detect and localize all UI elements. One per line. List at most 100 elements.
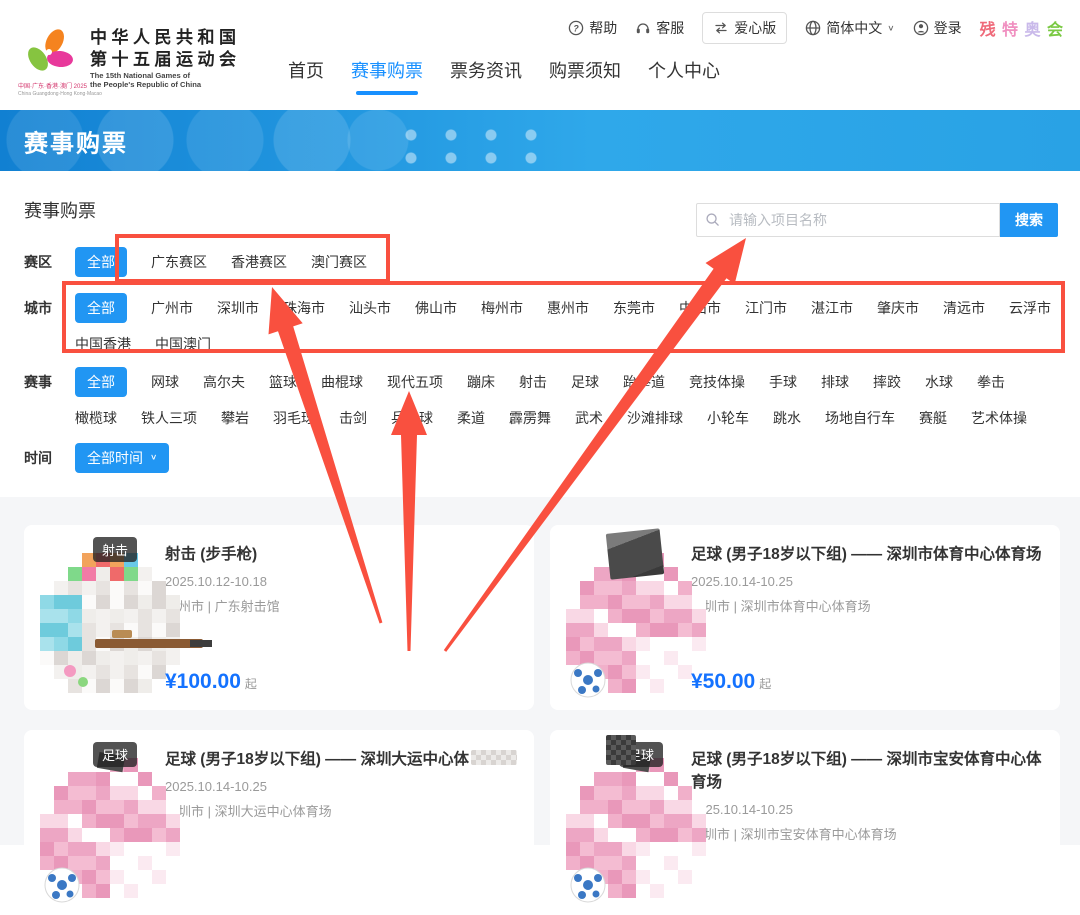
filter-option[interactable]: 中国澳门: [155, 329, 211, 359]
filter-option[interactable]: 场地自行车: [825, 403, 895, 433]
filter-option[interactable]: 香港赛区: [231, 247, 287, 277]
filter-option[interactable]: 清远市: [943, 293, 985, 323]
filter-option[interactable]: 澳门赛区: [311, 247, 367, 277]
filter-option[interactable]: 柔道: [457, 403, 485, 433]
filter-option[interactable]: 乒乓球: [391, 403, 433, 433]
filter-option[interactable]: 江门市: [745, 293, 787, 323]
nav-item[interactable]: 购票须知: [544, 57, 626, 95]
nav-item[interactable]: 个人中心: [643, 57, 725, 95]
filter-option[interactable]: 珠海市: [283, 293, 325, 323]
event-title: 足球 (男子18岁以下组) —— 深圳市体育中心体育场: [691, 543, 1046, 566]
filter-option[interactable]: 蹦床: [467, 367, 495, 397]
filter-option[interactable]: 沙滩排球: [627, 403, 683, 433]
filter-option[interactable]: 跆拳道: [623, 367, 665, 397]
nav-item[interactable]: 赛事购票: [346, 57, 428, 95]
utility-item[interactable]: 简体中文 ∨: [805, 18, 894, 38]
filter-option[interactable]: 篮球: [269, 367, 297, 397]
event-location: 深圳市 | 深圳市体育中心体育场: [691, 596, 1046, 615]
logo-title-en1: The 15th National Games of: [90, 71, 241, 80]
event-badge: 足球: [93, 742, 137, 767]
event-dates: 2025.10.14-10.25: [691, 574, 1046, 589]
chevron-down-icon: ∨: [150, 446, 157, 470]
utility-item-label: 简体中文: [826, 18, 882, 38]
nav-item[interactable]: 首页: [283, 57, 329, 95]
filter-option[interactable]: 拳击: [977, 367, 1005, 397]
filter-option[interactable]: 湛江市: [811, 293, 853, 323]
filter-row: 赛区 全部 广东赛区 香港赛区 澳门赛区: [24, 247, 1065, 277]
filter-option[interactable]: 惠州市: [547, 293, 589, 323]
filter-option[interactable]: 攀岩: [221, 403, 249, 433]
search-button[interactable]: 搜索: [1000, 203, 1058, 237]
event-card[interactable]: 足球 (男子18岁以下组) —— 深圳市体育中心体育场 2025.10.14-1…: [550, 525, 1060, 710]
filter-option[interactable]: 汕头市: [349, 293, 391, 323]
utility-item[interactable]: 客服: [635, 18, 684, 38]
filter-option[interactable]: 佛山市: [415, 293, 457, 323]
utility-item[interactable]: ? 帮助: [568, 18, 617, 38]
filter-option[interactable]: 广东赛区: [151, 247, 207, 277]
filter-option[interactable]: 云浮市: [1009, 293, 1051, 323]
filter-option[interactable]: 梅州市: [481, 293, 523, 323]
filter-option[interactable]: 铁人三项: [141, 403, 197, 433]
filter-all-button[interactable]: 全部: [75, 293, 127, 323]
utility-item[interactable]: 登录: [913, 18, 962, 38]
filter-option[interactable]: 足球: [571, 367, 599, 397]
logo-title-en2: the People's Republic of China: [90, 80, 241, 89]
filter-all-button[interactable]: 全部: [75, 367, 127, 397]
filter-option[interactable]: 曲棍球: [321, 367, 363, 397]
filter-option[interactable]: 现代五项: [387, 367, 443, 397]
filter-option[interactable]: 赛艇: [919, 403, 947, 433]
chevron-down-icon: ∨: [887, 24, 894, 33]
filter-option[interactable]: 小轮车: [707, 403, 749, 433]
filter-option[interactable]: 东莞市: [613, 293, 655, 323]
svg-text:?: ?: [574, 23, 580, 33]
filter-option[interactable]: 武术: [575, 403, 603, 433]
filter-option[interactable]: 高尔夫: [203, 367, 245, 397]
search-input[interactable]: [696, 203, 1000, 237]
filter-option[interactable]: 中国香港: [75, 329, 131, 359]
filter-option[interactable]: 射击: [519, 367, 547, 397]
filter-option[interactable]: 中山市: [679, 293, 721, 323]
filter-all-button[interactable]: 全部: [75, 247, 127, 277]
user-icon: [913, 20, 929, 36]
censor-block: [606, 528, 665, 579]
filter-option[interactable]: 艺术体操: [971, 403, 1027, 433]
filter-option[interactable]: 广州市: [151, 293, 193, 323]
event-card[interactable]: 足球 足球 (男子18岁以下组) —— 深圳大运中心体 2025.10.14-1…: [24, 730, 534, 915]
filter-options: 全部 网球 高尔夫 篮球 曲棍球 现代五项 蹦床 射击 足球: [75, 367, 1065, 469]
filter-row: 城市 全部 广州市 深圳市 珠海市 汕头市 佛山市 梅州市 惠州市: [24, 293, 1065, 359]
mascot-image: [40, 553, 180, 693]
mascot-image: [40, 758, 180, 898]
filter-option[interactable]: 竞技体操: [689, 367, 745, 397]
filter-option[interactable]: 霹雳舞: [509, 403, 551, 433]
filter-option[interactable]: 水球: [925, 367, 953, 397]
section-title: 赛事购票: [24, 197, 96, 223]
event-title: 射击 (步手枪): [165, 543, 520, 566]
event-price: ¥100.00起: [165, 670, 257, 694]
para-games-char: 残: [980, 22, 997, 39]
filter-option[interactable]: 肇庆市: [877, 293, 919, 323]
event-card[interactable]: 足球 足球 (男子18岁以下组) —— 深圳市宝安体育中心体育场 2025.10…: [550, 730, 1060, 915]
filter-option[interactable]: 跳水: [773, 403, 801, 433]
filter-option[interactable]: 网球: [151, 367, 179, 397]
filter-option[interactable]: 手球: [769, 367, 797, 397]
utility-item-label: 爱心版: [734, 18, 776, 38]
filter-option[interactable]: 橄榄球: [75, 403, 117, 433]
time-filter-dropdown[interactable]: 全部时间 ∨: [75, 443, 169, 473]
filter-option[interactable]: 深圳市: [217, 293, 259, 323]
event-dates: 2025.10.12-10.18: [165, 574, 520, 589]
censor-block: [471, 750, 517, 765]
para-games-link[interactable]: 残 特 奥 会: [980, 16, 1064, 40]
filter-option[interactable]: 排球: [821, 367, 849, 397]
filter-option[interactable]: 羽毛球: [273, 403, 315, 433]
filter-option[interactable]: 摔跤: [873, 367, 901, 397]
search-bar: 搜索: [696, 203, 1058, 237]
nav-item[interactable]: 票务资讯: [445, 57, 527, 95]
event-dates: 2025.10.14-10.25: [691, 802, 1046, 817]
swap-icon: [713, 20, 729, 36]
utility-item[interactable]: 爱心版: [702, 12, 787, 44]
event-card[interactable]: 射击 射击 (步手枪) 2025.10.12-10.18 广州市 | 广东射击馆…: [24, 525, 534, 710]
filter-row-label: 时间: [24, 443, 75, 473]
utility-bar: ? 帮助 客服 爱心版 简体中文 ∨: [568, 12, 1064, 44]
filter-options: 全部 广州市 深圳市 珠海市 汕头市 佛山市 梅州市 惠州市 东莞市: [75, 293, 1065, 359]
filter-option[interactable]: 击剑: [339, 403, 367, 433]
